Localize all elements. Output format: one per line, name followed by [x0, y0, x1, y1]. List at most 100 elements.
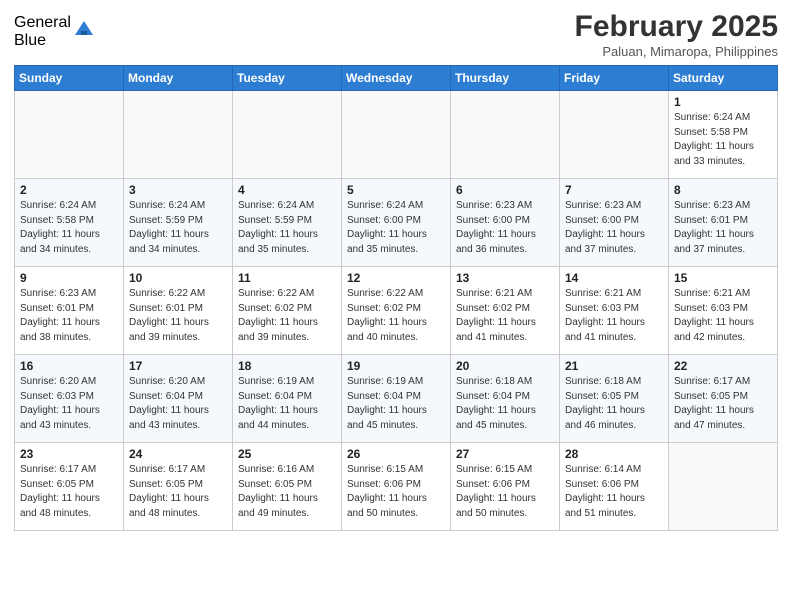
day-number: 26	[347, 447, 445, 461]
calendar-cell-w2-d2: 3Sunrise: 6:24 AM Sunset: 5:59 PM Daylig…	[124, 179, 233, 267]
day-info: Sunrise: 6:20 AM Sunset: 6:04 PM Dayligh…	[129, 375, 227, 433]
day-number: 27	[456, 447, 554, 461]
logo-general: General	[14, 14, 71, 32]
day-info: Sunrise: 6:23 AM Sunset: 6:00 PM Dayligh…	[456, 199, 554, 257]
logo-icon	[73, 17, 95, 39]
calendar-cell-w5-d6: 28Sunrise: 6:14 AM Sunset: 6:06 PM Dayli…	[560, 443, 669, 531]
calendar-cell-w5-d1: 23 Sunrise: 6:17 AM Sunset: 6:05 PM Dayli…	[15, 443, 124, 531]
day-number: 5	[347, 183, 445, 197]
day-info: Sunrise: 6:23 AM Sunset: 6:01 PM Dayligh…	[20, 287, 118, 345]
day-number: 12	[347, 271, 445, 285]
day-number: 16	[20, 359, 118, 373]
logo: General Blue	[14, 14, 95, 49]
day-number: 4	[238, 183, 336, 197]
calendar-cell-w3-d7: 15 Sunrise: 6:21 AM Sunset: 6:03 PM Dayli…	[669, 267, 778, 355]
calendar-header-row: Sunday Monday Tuesday Wednesday Thursday…	[15, 66, 778, 91]
day-number: 20	[456, 359, 554, 373]
calendar-cell-w4-d7: 22 Sunrise: 6:17 AM Sunset: 6:05 PM Dayli…	[669, 355, 778, 443]
day-info: Sunrise: 6:23 AM Sunset: 6:00 PM Dayligh…	[565, 199, 663, 257]
calendar-week-5: 23 Sunrise: 6:17 AM Sunset: 6:05 PM Dayli…	[15, 443, 778, 531]
day-info: Sunrise: 6:22 AM Sunset: 6:02 PM Dayligh…	[238, 287, 336, 345]
calendar-cell-w3-d5: 13Sunrise: 6:21 AM Sunset: 6:02 PM Dayli…	[451, 267, 560, 355]
day-info: Sunrise: 6:16 AM Sunset: 6:05 PM Dayligh…	[238, 463, 336, 521]
day-info: Sunrise: 6:15 AM Sunset: 6:06 PM Dayligh…	[347, 463, 445, 521]
calendar-cell-w3-d1: 9 Sunrise: 6:23 AM Sunset: 6:01 PM Daylig…	[15, 267, 124, 355]
calendar-week-2: 2 Sunrise: 6:24 AM Sunset: 5:58 PM Daylig…	[15, 179, 778, 267]
day-info: Sunrise: 6:20 AM Sunset: 6:03 PM Dayligh…	[20, 375, 118, 433]
calendar-cell-w2-d4: 5Sunrise: 6:24 AM Sunset: 6:00 PM Daylig…	[342, 179, 451, 267]
logo-text: General Blue	[14, 14, 71, 49]
day-info: Sunrise: 6:19 AM Sunset: 6:04 PM Dayligh…	[347, 375, 445, 433]
day-info: Sunrise: 6:22 AM Sunset: 6:01 PM Dayligh…	[129, 287, 227, 345]
calendar-cell-w5-d2: 24 Sunrise: 6:17 AM Sunset: 6:05 PM Dayli…	[124, 443, 233, 531]
calendar-cell-w1-d2	[124, 91, 233, 179]
day-number: 23	[20, 447, 118, 461]
calendar-cell-w3-d3: 11 Sunrise: 6:22 AM Sunset: 6:02 PM Dayli…	[233, 267, 342, 355]
calendar-cell-w1-d3	[233, 91, 342, 179]
day-info: Sunrise: 6:19 AM Sunset: 6:04 PM Dayligh…	[238, 375, 336, 433]
day-info: Sunrise: 6:23 AM Sunset: 6:01 PM Dayligh…	[674, 199, 772, 257]
calendar-cell-w4-d1: 16 Sunrise: 6:20 AM Sunset: 6:03 PM Dayli…	[15, 355, 124, 443]
calendar-cell-w2-d7: 8 Sunrise: 6:23 AM Sunset: 6:01 PM Daylig…	[669, 179, 778, 267]
day-info: Sunrise: 6:24 AM Sunset: 5:58 PM Dayligh…	[20, 199, 118, 257]
page: General Blue February 2025 Paluan, Mimar…	[0, 0, 792, 612]
calendar-cell-w4-d5: 20 Sunrise: 6:18 AM Sunset: 6:04 PM Dayli…	[451, 355, 560, 443]
calendar-cell-w4-d3: 18 Sunrise: 6:19 AM Sunset: 6:04 PM Dayli…	[233, 355, 342, 443]
calendar-cell-w5-d4: 26 Sunrise: 6:15 AM Sunset: 6:06 PM Dayli…	[342, 443, 451, 531]
calendar-cell-w3-d4: 12 Sunrise: 6:22 AM Sunset: 6:02 PM Dayli…	[342, 267, 451, 355]
day-number: 15	[674, 271, 772, 285]
calendar-table: Sunday Monday Tuesday Wednesday Thursday…	[14, 65, 778, 531]
calendar-cell-w4-d2: 17Sunrise: 6:20 AM Sunset: 6:04 PM Dayli…	[124, 355, 233, 443]
calendar-cell-w1-d1	[15, 91, 124, 179]
month-year: February 2025	[575, 10, 778, 43]
day-info: Sunrise: 6:14 AM Sunset: 6:06 PM Dayligh…	[565, 463, 663, 521]
day-info: Sunrise: 6:17 AM Sunset: 6:05 PM Dayligh…	[129, 463, 227, 521]
day-number: 10	[129, 271, 227, 285]
header: General Blue February 2025 Paluan, Mimar…	[14, 10, 778, 59]
day-number: 14	[565, 271, 663, 285]
header-friday: Friday	[560, 66, 669, 91]
day-info: Sunrise: 6:18 AM Sunset: 6:04 PM Dayligh…	[456, 375, 554, 433]
day-info: Sunrise: 6:21 AM Sunset: 6:03 PM Dayligh…	[674, 287, 772, 345]
calendar-cell-w2-d1: 2 Sunrise: 6:24 AM Sunset: 5:58 PM Daylig…	[15, 179, 124, 267]
calendar-cell-w3-d2: 10 Sunrise: 6:22 AM Sunset: 6:01 PM Dayli…	[124, 267, 233, 355]
day-info: Sunrise: 6:24 AM Sunset: 5:59 PM Dayligh…	[238, 199, 336, 257]
calendar-week-3: 9 Sunrise: 6:23 AM Sunset: 6:01 PM Daylig…	[15, 267, 778, 355]
day-number: 7	[565, 183, 663, 197]
header-monday: Monday	[124, 66, 233, 91]
day-info: Sunrise: 6:17 AM Sunset: 6:05 PM Dayligh…	[20, 463, 118, 521]
day-number: 9	[20, 271, 118, 285]
day-number: 6	[456, 183, 554, 197]
day-info: Sunrise: 6:17 AM Sunset: 6:05 PM Dayligh…	[674, 375, 772, 433]
day-number: 24	[129, 447, 227, 461]
header-tuesday: Tuesday	[233, 66, 342, 91]
day-number: 8	[674, 183, 772, 197]
day-info: Sunrise: 6:21 AM Sunset: 6:02 PM Dayligh…	[456, 287, 554, 345]
day-number: 11	[238, 271, 336, 285]
calendar-cell-w3-d6: 14Sunrise: 6:21 AM Sunset: 6:03 PM Dayli…	[560, 267, 669, 355]
day-number: 18	[238, 359, 336, 373]
logo-blue: Blue	[14, 32, 71, 50]
header-saturday: Saturday	[669, 66, 778, 91]
day-number: 22	[674, 359, 772, 373]
day-info: Sunrise: 6:22 AM Sunset: 6:02 PM Dayligh…	[347, 287, 445, 345]
day-number: 1	[674, 95, 772, 109]
calendar-week-1: 1Sunrise: 6:24 AM Sunset: 5:58 PM Daylig…	[15, 91, 778, 179]
calendar-cell-w2-d6: 7 Sunrise: 6:23 AM Sunset: 6:00 PM Daylig…	[560, 179, 669, 267]
calendar-cell-w2-d5: 6 Sunrise: 6:23 AM Sunset: 6:00 PM Daylig…	[451, 179, 560, 267]
calendar-cell-w4-d4: 19 Sunrise: 6:19 AM Sunset: 6:04 PM Dayli…	[342, 355, 451, 443]
header-thursday: Thursday	[451, 66, 560, 91]
day-number: 19	[347, 359, 445, 373]
day-number: 25	[238, 447, 336, 461]
calendar-week-4: 16 Sunrise: 6:20 AM Sunset: 6:03 PM Dayli…	[15, 355, 778, 443]
calendar-cell-w5-d3: 25 Sunrise: 6:16 AM Sunset: 6:05 PM Dayli…	[233, 443, 342, 531]
day-number: 21	[565, 359, 663, 373]
day-info: Sunrise: 6:18 AM Sunset: 6:05 PM Dayligh…	[565, 375, 663, 433]
location: Paluan, Mimaropa, Philippines	[575, 44, 778, 59]
calendar-cell-w5-d5: 27Sunrise: 6:15 AM Sunset: 6:06 PM Dayli…	[451, 443, 560, 531]
calendar-cell-w4-d6: 21 Sunrise: 6:18 AM Sunset: 6:05 PM Dayli…	[560, 355, 669, 443]
calendar-cell-w1-d4	[342, 91, 451, 179]
day-number: 2	[20, 183, 118, 197]
header-sunday: Sunday	[15, 66, 124, 91]
calendar-cell-w1-d6	[560, 91, 669, 179]
